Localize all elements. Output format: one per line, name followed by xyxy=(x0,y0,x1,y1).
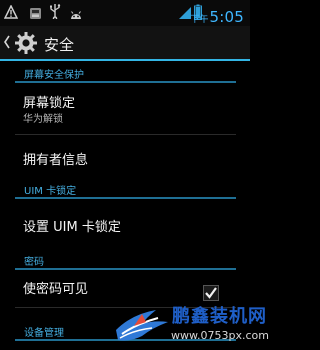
list-divider xyxy=(15,134,236,135)
clock-ampm: 下午 xyxy=(190,15,209,25)
usb-icon xyxy=(49,3,61,23)
section-header-uim: UIM 卡锁定 xyxy=(24,186,77,197)
watermark-brand: 鹏鑫装机网 xyxy=(172,306,267,327)
screen-lock-item[interactable]: 屏幕锁定 xyxy=(23,92,75,111)
section-divider xyxy=(15,81,236,83)
section-header-device-admin: 设备管理 xyxy=(24,328,64,339)
watermark-logo xyxy=(112,300,172,350)
status-clock: 下午5:05 xyxy=(191,7,245,26)
page-title: 安全 xyxy=(44,36,75,54)
section-header-screen-security: 屏幕安全保护 xyxy=(24,70,84,81)
screen-lock-summary: 华为解锁 xyxy=(23,114,63,125)
back-chevron-icon[interactable] xyxy=(3,34,11,54)
gear-icon[interactable] xyxy=(14,31,38,59)
phone-status-icon xyxy=(29,5,42,24)
section-divider xyxy=(15,197,236,199)
clock-time: 5:05 xyxy=(209,8,244,26)
watermark-url: www.0753px.com xyxy=(171,329,269,342)
show-password-item[interactable]: 使密码可见 xyxy=(23,278,88,297)
warning-icon xyxy=(3,4,19,23)
status-bar: 下午5:05 xyxy=(0,0,250,26)
section-header-password: 密码 xyxy=(24,257,44,268)
owner-info-item[interactable]: 拥有者信息 xyxy=(23,149,88,168)
section-divider xyxy=(15,268,236,270)
action-bar-underline xyxy=(0,59,250,61)
android-debug-icon xyxy=(69,6,83,25)
uim-lock-item[interactable]: 设置 UIM 卡锁定 xyxy=(23,216,121,235)
action-bar: 安全 xyxy=(0,26,250,60)
